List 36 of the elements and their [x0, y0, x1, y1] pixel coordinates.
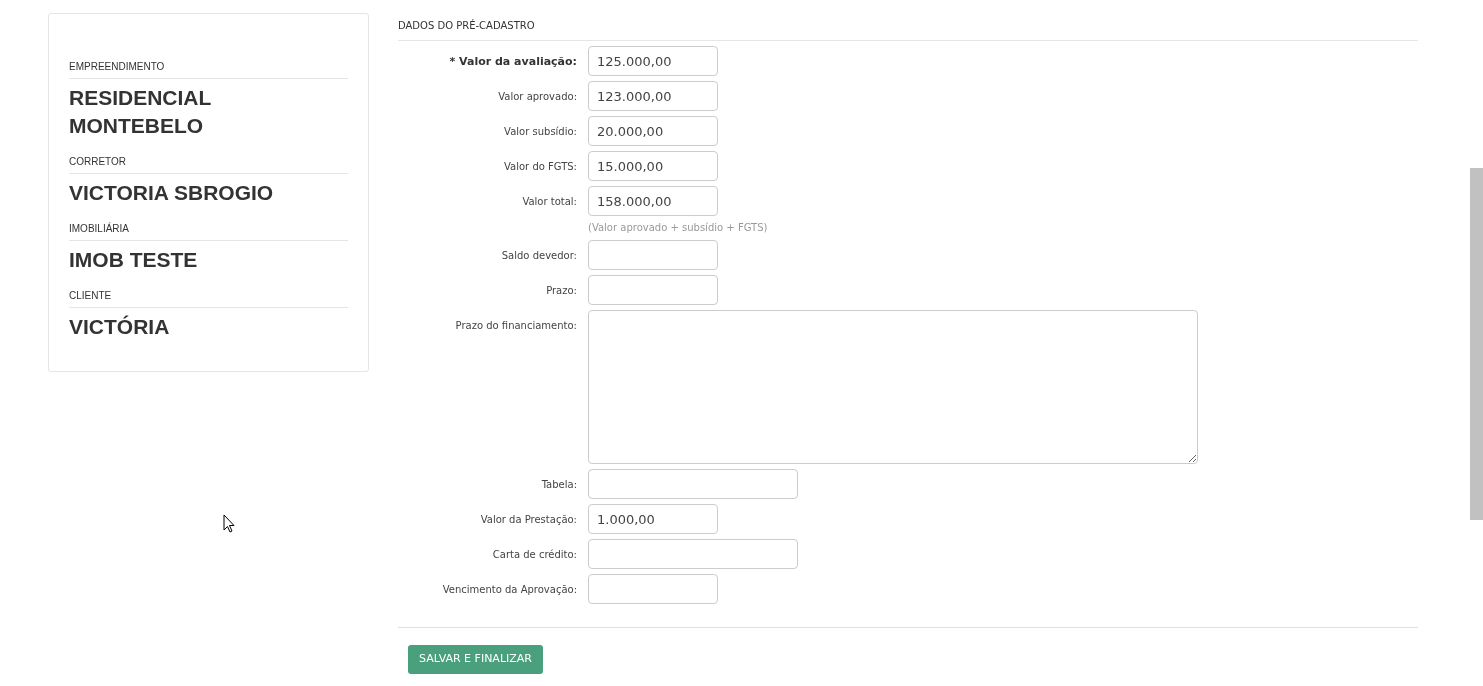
- field-label: Valor total:: [521, 195, 577, 209]
- input-field[interactable]: 125.000,00: [588, 46, 718, 76]
- input-field[interactable]: 15.000,00: [588, 151, 718, 181]
- input-field[interactable]: [588, 539, 798, 569]
- input-field[interactable]: 1.000,00: [588, 504, 718, 534]
- summary-label: IMOBILIÁRIA: [69, 221, 348, 241]
- field-label: Valor aprovado:: [497, 90, 577, 104]
- section-title: DADOS DO PRÉ-CADASTRO: [398, 18, 1418, 41]
- summary-value: IMOB TESTE: [69, 247, 199, 273]
- summary-label: CORRETOR: [69, 154, 348, 174]
- summary-label: CLIENTE: [69, 288, 348, 308]
- pointer-icon: [223, 514, 235, 533]
- input-field[interactable]: 123.000,00: [588, 81, 718, 111]
- field-label: Vencimento da Aprovação:: [441, 583, 577, 597]
- field-label: Carta de crédito:: [491, 548, 577, 562]
- summary-value: RESIDENCIAL MONTEBELO: [69, 85, 212, 139]
- input-field[interactable]: [588, 240, 718, 270]
- field-label: Tabela:: [540, 478, 577, 492]
- scrollbar-thumb[interactable]: [1470, 168, 1483, 520]
- input-field[interactable]: [588, 275, 718, 305]
- field-label: Prazo do financiamento:: [454, 319, 577, 333]
- input-field[interactable]: [588, 574, 718, 604]
- input-field[interactable]: [588, 469, 798, 499]
- text-area[interactable]: [588, 310, 1198, 464]
- field-label: Valor do FGTS:: [503, 160, 577, 174]
- field-label: Saldo devedor:: [500, 249, 577, 263]
- input-field[interactable]: 20.000,00: [588, 116, 718, 146]
- summary-value: VICTORIA SBROGIO: [69, 180, 275, 206]
- summary-value: VICTÓRIA: [69, 314, 171, 340]
- input-field[interactable]: 158.000,00: [588, 186, 718, 216]
- field-label: Valor subsídio:: [503, 125, 577, 139]
- field-label: * Valor da avaliação:: [448, 54, 577, 70]
- summary-label: EMPREENDIMENTO: [69, 59, 348, 79]
- field-label: Valor da Prestação:: [479, 513, 577, 527]
- field-hint: (Valor aprovado + subsídio + FGTS): [588, 221, 769, 235]
- field-label: Prazo:: [545, 284, 577, 298]
